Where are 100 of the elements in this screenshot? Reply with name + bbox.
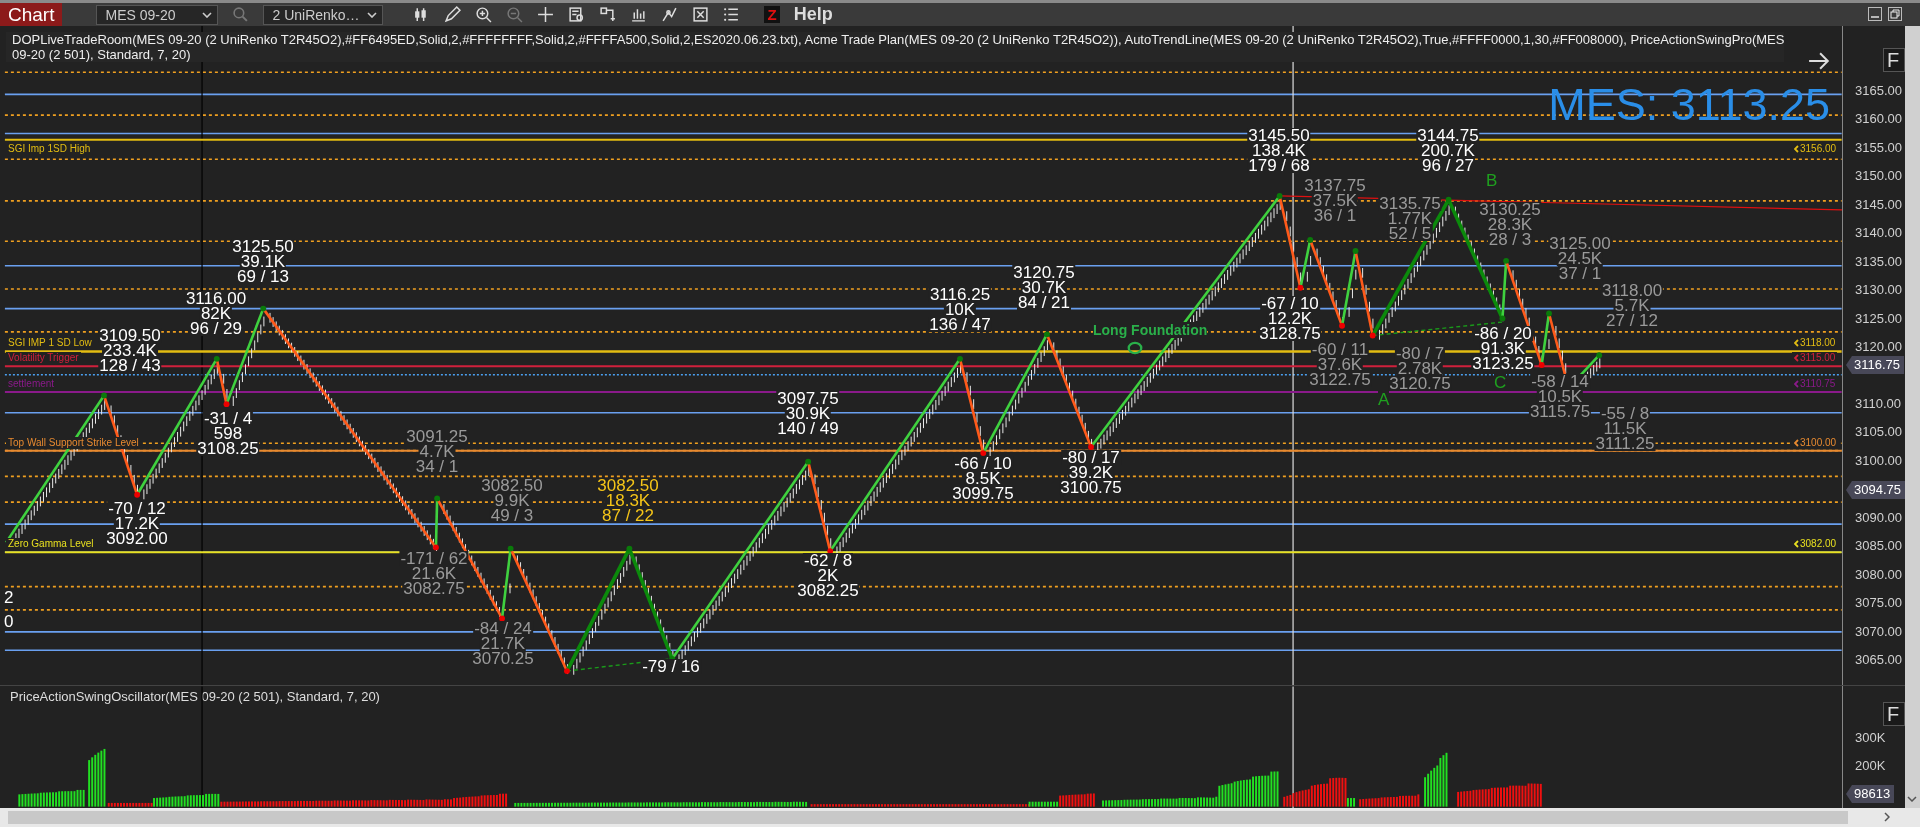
swing-label: 3145.50 (1247, 128, 1311, 143)
swing-label: 179 / 68 (1247, 158, 1311, 173)
level-price-tag: 3110.75 (1800, 377, 1836, 390)
swing-label: 82K (199, 306, 233, 321)
axis-label: 3070.00 (1855, 623, 1902, 640)
axis-label: 3155.00 (1855, 139, 1902, 156)
list-icon[interactable] (723, 6, 741, 23)
swing-label: 598 (212, 426, 244, 441)
zoom-out-icon[interactable] (506, 6, 524, 23)
chevron-down-icon[interactable] (367, 11, 378, 18)
swing-label: 3122.75 (1308, 372, 1372, 387)
panel-button[interactable]: F (1883, 702, 1905, 726)
pencil-icon[interactable] (444, 6, 462, 23)
line-tool-icon[interactable] (661, 6, 679, 23)
axis-label: 3100.00 (1855, 452, 1902, 469)
strategy-icon[interactable] (692, 6, 710, 23)
swing-label: -55 / 8 (1599, 406, 1651, 421)
axis-label: 300K (1855, 730, 1886, 746)
axis-label: 3075.00 (1855, 595, 1902, 612)
swing-label: 34 / 1 (414, 459, 460, 474)
swing-label: 84 / 21 (1017, 295, 1071, 310)
help-menu[interactable]: Help (793, 4, 833, 25)
swing-label: 128 / 43 (98, 358, 162, 373)
axis-label: 3065.00 (1855, 652, 1902, 668)
swing-label: 87 / 22 (601, 508, 655, 523)
level-label: settlement (6, 377, 57, 390)
swing-label: 2K (816, 568, 840, 583)
swing-label: -70 / 12 (107, 501, 167, 516)
panel-button[interactable]: F (1883, 48, 1905, 72)
swing-label: 3070.25 (471, 651, 535, 666)
restore-icon[interactable] (1888, 7, 1902, 21)
swing-label: 9.9K (493, 493, 531, 508)
bar-type-dropdown[interactable]: 2 UniRenko… (263, 4, 384, 25)
swing-label: 49 / 3 (489, 508, 535, 523)
swing-label: 3116.00 (184, 291, 248, 306)
level-label: SGI Imp 1SD High (6, 142, 93, 155)
indicator-text: DOPLiveTradeRoom(MES 09-20 (2 UniRenko T2R45O2),#FF6495ED,Solid,2,#FFFFFFFF,Solid,2,#FFFFA500,Solid,2,ES2020.06.23.txt), Acme Trade Plan(MES 09-20 (2 UniRenko T2R45O2)), AutoTrendLine(MES 09-20 (2 UniRenko T2R45O2),True,#FFFF0000,1,30,#FF008000), PriceActionSwingPro(MES (11, 32, 1785, 47)
axis-label: 3150.00 (1855, 168, 1902, 185)
swing-label: 28.3K (1486, 217, 1534, 232)
indicators-icon[interactable] (630, 6, 648, 23)
swing-label: -67 / 10 (1260, 296, 1320, 311)
chevron-down-icon[interactable] (202, 11, 213, 18)
swing-label: 96 / 29 (189, 321, 243, 336)
swing-label: 200.7K (1420, 143, 1476, 158)
swing-label: 39.1K (239, 254, 287, 269)
search-icon[interactable] (232, 6, 250, 23)
swing-label: 3125.00 (1548, 236, 1612, 251)
swing-label: -79 / 16 (641, 659, 701, 674)
axis-label: 3140.00 (1855, 225, 1902, 242)
scroll-right-icon[interactable] (1884, 812, 1890, 822)
swing-label: 3082.50 (480, 478, 544, 493)
axis-label: 3165.00 (1855, 83, 1902, 99)
swing-label: -62 / 8 (802, 553, 854, 568)
swing-label: 3091.25 (405, 429, 469, 444)
swing-label: 2.78K (1396, 361, 1444, 376)
swing-label: -31 / 4 (202, 411, 254, 426)
swing-label: 3082.25 (796, 583, 860, 598)
scroll-down-icon[interactable] (1907, 796, 1917, 802)
vertical-scrollbar[interactable] (1905, 26, 1920, 808)
axis-label: 3160.00 (1855, 111, 1902, 128)
swing-label: 3128.75 (1258, 326, 1322, 341)
price-marker: 3094.75 (1846, 481, 1905, 499)
swing-label: -60 / 11 (1310, 342, 1370, 357)
swing-label: 3111.25 (1594, 436, 1656, 451)
swing-label: 37 / 1 (1557, 266, 1603, 281)
swing-label: 30.7K (1020, 280, 1068, 295)
crosshair-icon[interactable] (537, 6, 555, 23)
indicator-text: PriceActionSwingOscillator(MES 09-20 (2 501), Standard, 7, 20) (10, 689, 380, 704)
level-label: Volatility Trigger (6, 352, 81, 365)
swing-label: 3082.75 (402, 581, 466, 596)
level-label: Top Wall Support Strike Level (6, 436, 141, 449)
data-box-icon[interactable] (568, 6, 586, 23)
swing-label: 91.3K (1479, 341, 1527, 356)
zoom-in-icon[interactable] (475, 6, 493, 23)
swing-label: -171 / 62 (399, 551, 469, 566)
swing-label: -84 / 24 (473, 621, 533, 636)
axis-label: 3090.00 (1855, 509, 1902, 526)
swing-label: 3115.75 (1528, 404, 1592, 419)
horizontal-scrollbar[interactable] (0, 808, 1920, 827)
axis-label: 3135.00 (1855, 253, 1902, 270)
swing-label: 138.4K (1251, 143, 1307, 158)
swing-label: 5.7K (1613, 298, 1651, 313)
swing-label: 3120.75 (1388, 376, 1452, 391)
swing-label: 27 / 12 (1605, 313, 1659, 328)
signal-label: Long Foundation (1093, 322, 1208, 338)
swing-label: 36 / 1 (1312, 208, 1358, 223)
swing-label: 3130.25 (1478, 202, 1542, 217)
swing-label: 136 / 47 (928, 317, 992, 332)
swing-label: 1.77K (1386, 211, 1434, 226)
swing-label: -80 / 17 (1061, 450, 1121, 465)
axis-label: 3085.00 (1855, 538, 1902, 555)
swing-label: 28 / 3 (1487, 232, 1533, 247)
scrollbar-thumb[interactable] (8, 811, 1848, 824)
swing-label: 233.4K (102, 343, 158, 358)
instrument-dropdown[interactable]: MES 09-20 (96, 4, 219, 25)
drawing-tools-icon[interactable] (599, 6, 617, 23)
minimize-icon[interactable] (1868, 7, 1882, 21)
arrow-right-icon[interactable] (1808, 52, 1830, 70)
chart-tab[interactable]: Chart (0, 3, 63, 26)
swing-label: 3118.00 (1600, 283, 1664, 298)
